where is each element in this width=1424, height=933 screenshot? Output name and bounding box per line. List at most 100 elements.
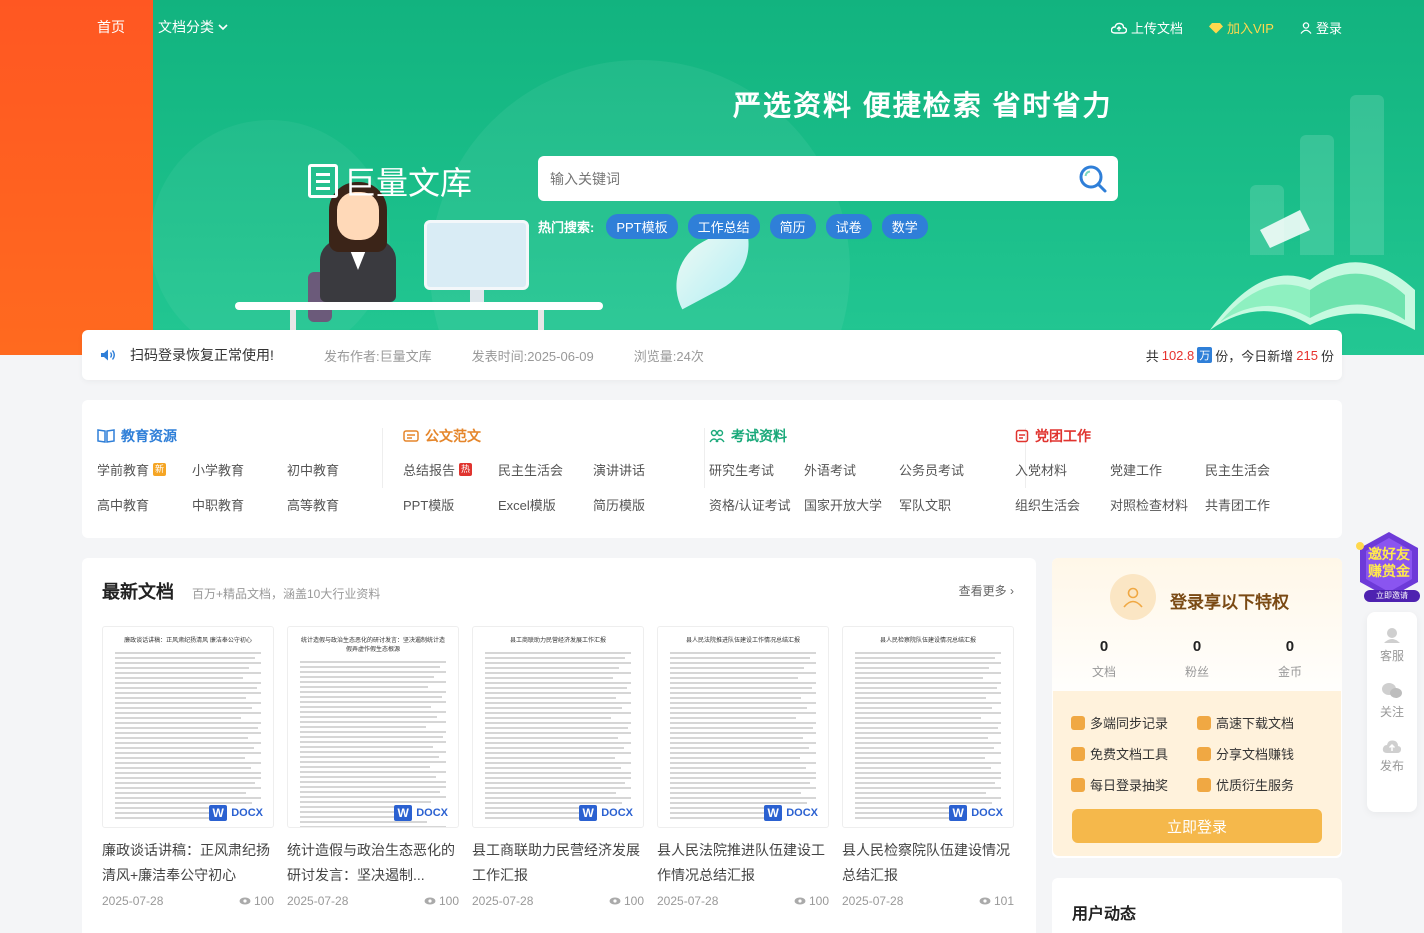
join-vip-button[interactable]: 加入VIP [1209, 18, 1274, 37]
nav-category-menu[interactable]: 文档分类 [158, 17, 228, 37]
category-item[interactable]: 国家开放大学 [804, 495, 899, 514]
category-item[interactable]: 民主生活会 [498, 460, 593, 479]
stat-docs[interactable]: 0 文档 [1092, 638, 1116, 680]
hot-tag[interactable]: 工作总结 [687, 214, 760, 239]
thumb-text-line [670, 792, 802, 794]
doc-meta: 2025-07-28 100 [472, 894, 644, 908]
category-item[interactable]: 资格/认证考试 [709, 495, 804, 514]
category-item[interactable]: 公务员考试 [899, 460, 994, 479]
thumb-text-line [855, 707, 993, 709]
doc-views: 100 [239, 894, 274, 908]
hot-tag[interactable]: 试卷 [825, 214, 872, 239]
invite-friends-badge[interactable]: 邀好友 赚赏金 立即邀请 [1354, 530, 1424, 604]
customer-service-button[interactable]: 客服 [1380, 626, 1404, 664]
doc-thumbnail[interactable]: 县工商联助力民营经济发展工作汇报 W DOCX [472, 626, 644, 828]
category-item[interactable]: 入党材料 [1015, 460, 1110, 479]
stat-fans[interactable]: 0 粉丝 [1185, 638, 1209, 680]
chevron-down-icon [218, 24, 228, 31]
category-heading[interactable]: 公文范文 [403, 426, 688, 446]
doc-card[interactable]: 县工商联助力民营经济发展工作汇报 W DOCX 县工商联助力民营经济发展工作汇报 202… [472, 626, 644, 908]
category-item[interactable]: 高中教育 [97, 495, 192, 514]
doc-thumbnail[interactable]: 县人民法院推进队伍建设工作情况总结汇报 W DOCX [657, 626, 829, 828]
category-item[interactable]: PPT模版 [403, 495, 498, 514]
doc-title[interactable]: 统计造假与政治生态恶化的研讨发言：坚决遏制... [287, 838, 459, 888]
login-now-button[interactable]: 立即登录 [1072, 809, 1322, 843]
category-item[interactable]: 对照检查材料 [1110, 495, 1205, 514]
category-item[interactable]: 外语考试 [804, 460, 899, 479]
category-item[interactable]: 组织生活会 [1015, 495, 1110, 514]
category-item[interactable]: 总结报告热 [403, 460, 498, 479]
eye-icon [794, 897, 806, 905]
thumb-text-line [115, 742, 261, 744]
logo-text: 巨量文库 [344, 164, 473, 202]
category-heading[interactable]: 党团工作 [1015, 426, 1300, 446]
doc-card[interactable]: 统计造假与政治生态恶化的研讨发言：坚决遏制统计造假弄虚作假生态根源 W DOCX 统计… [287, 626, 459, 908]
docx-label: DOCX [231, 807, 263, 819]
activity-title: 用户动态 [1072, 906, 1137, 923]
category-item[interactable]: 学前教育新 [97, 460, 192, 479]
category-item[interactable]: Excel模版 [498, 495, 593, 514]
section-title: 最新文档 [102, 582, 174, 602]
thumb-text-line [115, 782, 256, 784]
doc-title[interactable]: 县工商联助力民营经济发展工作汇报 [472, 838, 644, 888]
site-logo[interactable]: 巨量文库 [308, 158, 472, 204]
login-link[interactable]: 登录 [1300, 18, 1342, 37]
category-title: 公文范文 [425, 428, 481, 444]
thumb-text-line [485, 757, 615, 759]
hot-tag[interactable]: PPT模板 [606, 214, 678, 239]
gift-icon [1071, 777, 1085, 792]
thumb-text-line [855, 657, 996, 659]
clipboard-icon [1015, 429, 1029, 443]
doc-card[interactable]: 县人民法院推进队伍建设工作情况总结汇报 W DOCX 县人民法院推进队伍建设工作情况总… [657, 626, 829, 908]
category-item[interactable]: 初中教育 [287, 460, 382, 479]
monitor-illustration [424, 220, 529, 290]
search-button[interactable] [1068, 156, 1118, 201]
today-suffix: 份 [1320, 348, 1334, 364]
invite-line1: 邀好友 [1368, 546, 1410, 562]
category-item[interactable]: 共青团工作 [1205, 495, 1300, 514]
category-item[interactable]: 简历模版 [593, 495, 688, 514]
doc-thumbnail[interactable]: 廉政谈话讲稿：正风肃纪扬清风 廉洁奉公守初心 W DOCX [102, 626, 274, 828]
thumb-text-line [115, 702, 261, 704]
doc-title[interactable]: 县人民法院推进队伍建设工作情况总结汇报 [657, 838, 829, 888]
doc-card[interactable]: 县人民检察院队伍建设情况总结汇报 W DOCX 县人民检察院队伍建设情况总结汇报 202… [842, 626, 1014, 908]
search-input[interactable] [550, 170, 1068, 187]
thumb-text-line [670, 787, 816, 789]
category-item[interactable]: 中职教育 [192, 495, 287, 514]
avatar[interactable] [1110, 574, 1156, 620]
category-item[interactable]: 小学教育 [192, 460, 287, 479]
category-item[interactable]: 军队文职 [899, 495, 994, 514]
thumb-text-line [670, 767, 806, 769]
doc-card[interactable]: 廉政谈话讲稿：正风肃纪扬清风 廉洁奉公守初心 W DOCX 廉政谈话讲稿：正风肃纪扬清… [102, 626, 274, 908]
doc-view-count: 100 [438, 894, 459, 908]
thumb-text-line [485, 747, 624, 749]
doc-title[interactable]: 县人民检察院队伍建设情况总结汇报 [842, 838, 1014, 888]
notice-title[interactable]: 扫码登录恢复正常使用! [130, 345, 324, 365]
category-heading[interactable]: 考试资料 [709, 426, 994, 446]
category-item[interactable]: 民主生活会 [1205, 460, 1300, 479]
hot-tag[interactable]: 数学 [881, 214, 928, 239]
upload-button[interactable]: 上传文档 [1111, 18, 1183, 37]
thumb-text-line [485, 727, 629, 729]
stat-coins[interactable]: 0 金币 [1278, 638, 1302, 680]
thumb-text-line [485, 657, 626, 659]
category-item[interactable]: 研究生考试 [709, 460, 804, 479]
thumb-text-line [855, 712, 1001, 714]
doc-date: 2025-07-28 [842, 894, 904, 908]
thumb-text-line [115, 652, 261, 654]
category-item[interactable]: 党建工作 [1110, 460, 1205, 479]
publish-button[interactable]: 发布 [1380, 738, 1404, 774]
nav-home-link[interactable]: 首页 [97, 17, 125, 37]
doc-thumbnail[interactable]: 统计造假与政治生态恶化的研讨发言：坚决遏制统计造假弄虚作假生态根源 W DOCX [287, 626, 459, 828]
category-item[interactable]: 高等教育 [287, 495, 382, 514]
category-heading[interactable]: 教育资源 [97, 426, 382, 446]
doc-title[interactable]: 廉政谈话讲稿：正风肃纪扬清风+廉洁奉公守初心 [102, 838, 274, 888]
view-more-link[interactable]: 查看更多 › [959, 582, 1014, 599]
thumb-text-line [300, 666, 441, 668]
hot-tag[interactable]: 简历 [769, 214, 816, 239]
thumb-text-line [485, 782, 626, 784]
cloud-upload-icon [1382, 740, 1402, 753]
category-item[interactable]: 演讲讲话 [593, 460, 688, 479]
follow-button[interactable]: 关注 [1380, 682, 1404, 720]
doc-thumbnail[interactable]: 县人民检察院队伍建设情况总结汇报 W DOCX [842, 626, 1014, 828]
